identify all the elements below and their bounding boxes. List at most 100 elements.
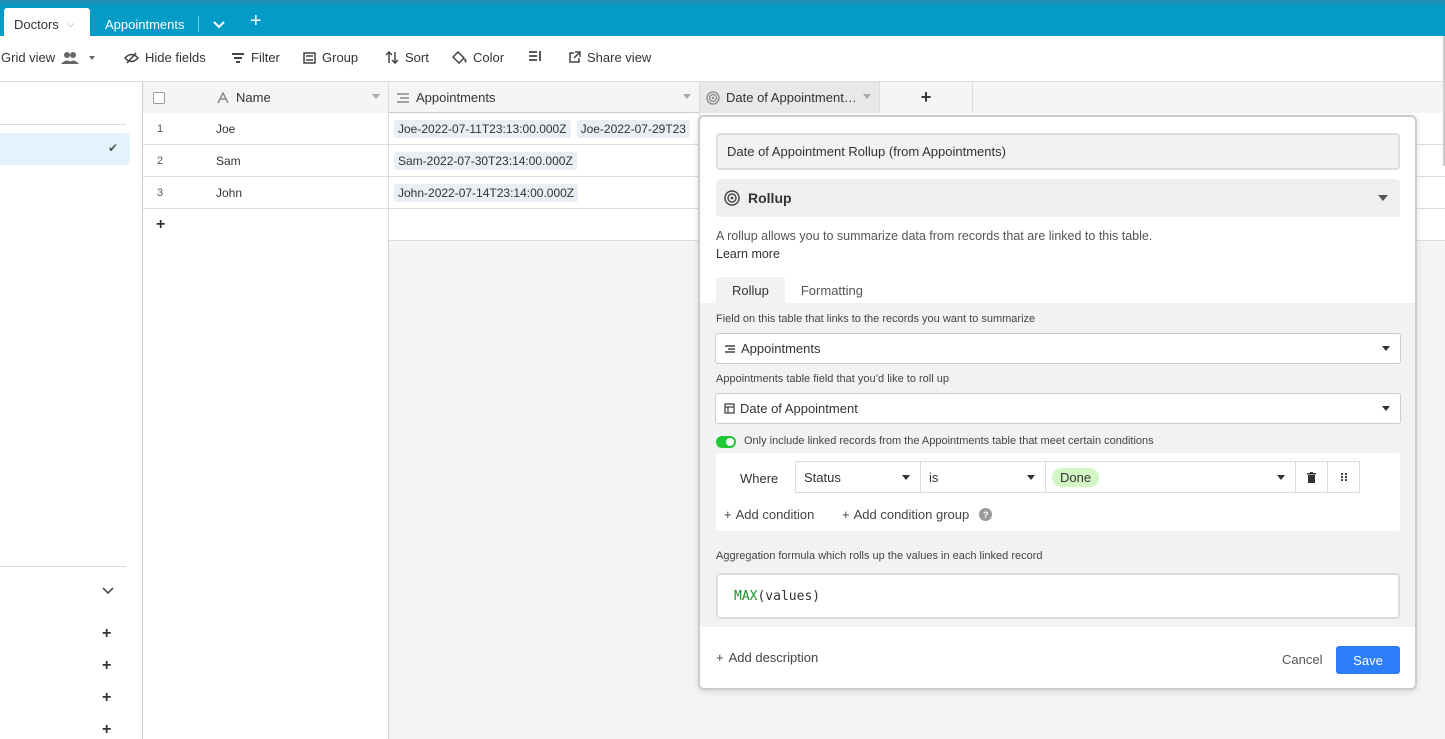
- select-all-checkbox[interactable]: [153, 91, 165, 104]
- tab-doctors-label: Doctors: [14, 16, 59, 32]
- delete-condition-button[interactable]: [1295, 461, 1328, 493]
- condition-field-select[interactable]: Status: [795, 461, 921, 493]
- column-header-appointments[interactable]: Appointments: [389, 82, 700, 113]
- row-number: 1: [157, 122, 164, 135]
- name-cell[interactable]: 1 Joe: [143, 113, 389, 144]
- color-label: Color: [473, 50, 505, 65]
- cancel-button[interactable]: Cancel: [1282, 652, 1322, 667]
- linked-record-pill[interactable]: Joe-2022-07-11T23:13:00.000Z: [394, 119, 571, 138]
- column-header-name[interactable]: Name: [143, 82, 389, 113]
- row-height-button[interactable]: [528, 50, 542, 62]
- name-cell[interactable]: 2 Sam: [143, 145, 389, 176]
- rollup-icon: [724, 190, 740, 206]
- field-config-popover: Date of Appointment Rollup (from Appoint…: [698, 115, 1417, 690]
- share-view-label: Share view: [587, 50, 652, 65]
- chevron-down-icon[interactable]: [101, 584, 115, 599]
- column-header-label: Appointments: [416, 90, 496, 105]
- view-toolbar: Grid view Hide fields Filter Group Sort …: [0, 36, 1445, 82]
- save-button[interactable]: Save: [1336, 646, 1400, 674]
- view-name: Grid view: [1, 50, 56, 65]
- drag-handle-icon: [1340, 472, 1347, 482]
- learn-more-link[interactable]: Learn more: [716, 245, 1316, 263]
- row-number: 3: [157, 186, 164, 199]
- group-label: Group: [322, 50, 359, 65]
- plus-icon: +: [920, 87, 932, 107]
- conditions-toggle[interactable]: [716, 436, 736, 448]
- linked-record-pill[interactable]: John-2022-07-14T23:14:00.000Z: [394, 183, 579, 202]
- condition-operator-value: is: [929, 469, 939, 485]
- condition-operator-select[interactable]: is: [920, 461, 1046, 493]
- tab-formatting[interactable]: Formatting: [785, 277, 879, 303]
- add-condition-group-button[interactable]: + Add condition group ?: [842, 507, 993, 522]
- rollup-settings-panel: Field on this table that links to the re…: [700, 303, 1415, 627]
- link-records-icon: [725, 344, 735, 353]
- column-header-label: Name: [236, 90, 271, 105]
- sort-label: Sort: [405, 50, 429, 65]
- rollup-icon: [706, 90, 720, 105]
- caret-down-icon: [1027, 475, 1035, 480]
- grid-view-switcher[interactable]: Grid view: [1, 50, 99, 65]
- row-number: 2: [157, 154, 164, 167]
- field-name-input[interactable]: Date of Appointment Rollup (from Appoint…: [716, 133, 1400, 170]
- plus-icon[interactable]: +: [102, 625, 111, 643]
- caret-down-icon[interactable]: [863, 94, 871, 99]
- trash-icon: [1307, 471, 1316, 483]
- sort-button[interactable]: Sort: [385, 50, 429, 65]
- condition-value-select[interactable]: Done: [1045, 461, 1296, 493]
- sidebar-divider: [0, 566, 126, 567]
- appointments-cell[interactable]: Sam-2022-07-30T23:14:00.000Z: [389, 145, 700, 176]
- conditions-box: Where Status is Done + Add condition + A…: [716, 453, 1400, 531]
- add-field-button[interactable]: +: [880, 82, 973, 113]
- tab-rollup[interactable]: Rollup: [716, 277, 785, 303]
- drag-handle[interactable]: [1327, 461, 1360, 493]
- field-type-label: Rollup: [748, 190, 792, 206]
- view-sidebar: ✔ + + + +: [0, 82, 143, 739]
- check-icon: ✔: [107, 141, 118, 155]
- appointments-cell[interactable]: John-2022-07-14T23:14:00.000Z: [389, 177, 700, 208]
- color-button[interactable]: Color: [452, 50, 504, 65]
- hide-fields-button[interactable]: Hide fields: [124, 50, 206, 65]
- help-icon[interactable]: ?: [979, 508, 993, 521]
- plus-icon[interactable]: +: [102, 721, 111, 739]
- calendar-icon: [724, 403, 735, 414]
- chevron-down-icon[interactable]: ⌵: [67, 19, 75, 30]
- column-header-date-rollup[interactable]: Date of Appointment…: [700, 82, 880, 113]
- link-field-select[interactable]: Appointments: [715, 333, 1401, 364]
- aggregation-label: Aggregation formula which rolls up the v…: [716, 550, 1043, 562]
- plus-icon[interactable]: +: [102, 657, 111, 675]
- hide-fields-label: Hide fields: [145, 50, 206, 65]
- caret-down-icon[interactable]: [683, 94, 691, 99]
- rollup-field-value: Date of Appointment: [740, 401, 858, 416]
- aggregation-formula-editor[interactable]: MAX (values): [716, 573, 1400, 619]
- appointments-cell[interactable]: Joe-2022-07-11T23:13:00.000Z Joe-2022-07…: [389, 113, 700, 144]
- add-description-button[interactable]: + Add description: [716, 650, 818, 665]
- group-button[interactable]: Group: [303, 50, 358, 65]
- empty-cell: [389, 209, 700, 240]
- conditions-toggle-label: Only include linked records from the App…: [744, 435, 1154, 447]
- sidebar-divider: [0, 124, 126, 125]
- column-header-label: Date of Appointment…: [726, 90, 857, 105]
- linked-record-pill[interactable]: Joe-2022-07-29T23: [576, 119, 690, 138]
- tab-appointments-label: Appointments: [105, 16, 185, 32]
- eye-slash-icon: [124, 51, 139, 64]
- chevron-down-icon[interactable]: [208, 14, 230, 34]
- rollup-field-select[interactable]: Date of Appointment: [715, 393, 1401, 424]
- formula-args: (values): [757, 588, 821, 604]
- add-row-button[interactable]: +: [143, 209, 389, 240]
- plus-icon[interactable]: +: [102, 689, 111, 707]
- filter-label: Filter: [251, 50, 280, 65]
- name-cell[interactable]: 3 John: [143, 177, 389, 208]
- add-condition-button[interactable]: + Add condition: [724, 507, 814, 522]
- caret-down-icon: [1378, 195, 1388, 201]
- text-a-icon: [217, 91, 229, 103]
- sort-icon: [385, 51, 399, 64]
- sidebar-item-grid-view[interactable]: ✔: [0, 133, 130, 165]
- share-view-button[interactable]: Share view: [568, 50, 651, 65]
- add-table-button[interactable]: +: [250, 10, 262, 33]
- field-type-description: A rollup allows you to summarize data fr…: [716, 227, 1316, 263]
- linked-record-pill[interactable]: Sam-2022-07-30T23:14:00.000Z: [394, 151, 577, 170]
- field-type-select[interactable]: Rollup: [716, 179, 1400, 217]
- filter-button[interactable]: Filter: [231, 50, 280, 65]
- caret-down-icon[interactable]: [372, 94, 380, 99]
- link-field-value: Appointments: [741, 341, 821, 356]
